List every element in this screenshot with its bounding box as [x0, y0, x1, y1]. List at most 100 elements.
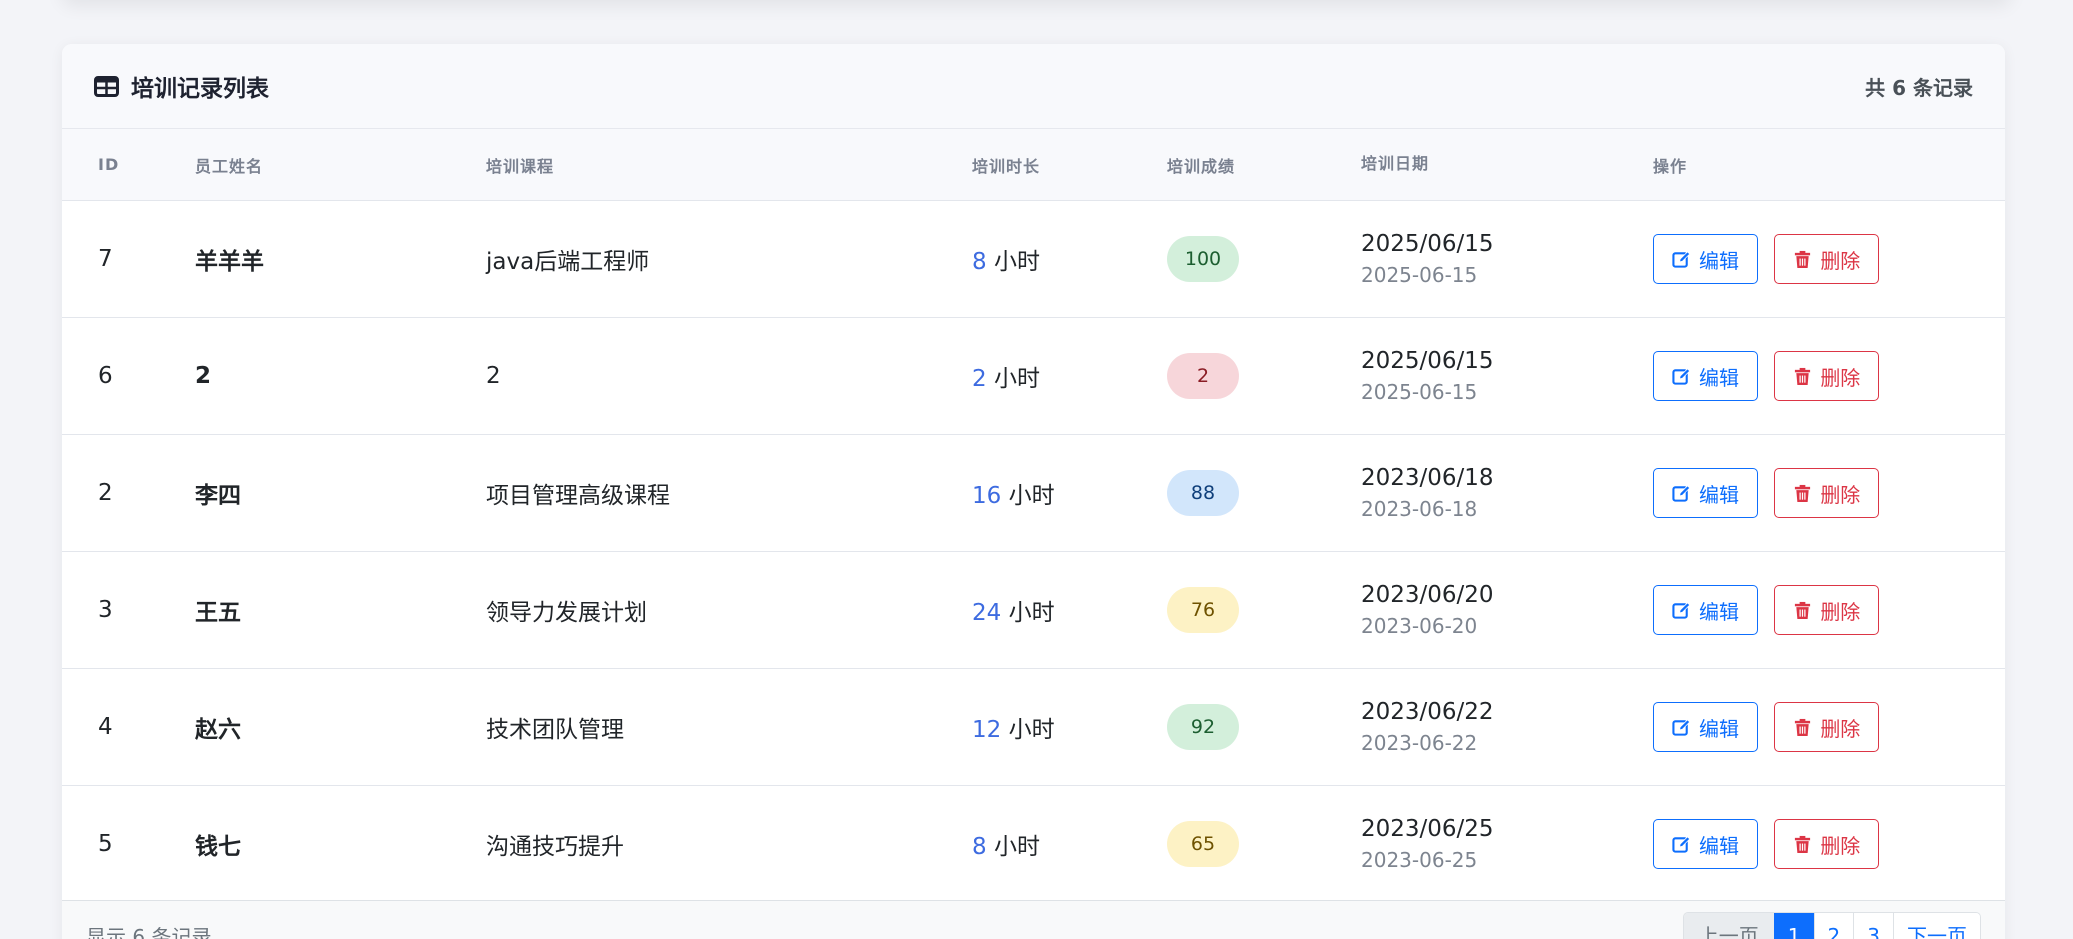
cell-employee-name: 钱七 [195, 834, 241, 860]
delete-label: 删除 [1820, 833, 1861, 858]
table-row: 3 王五 领导力发展计划 24 小时 76 2023/06/20 2023-06… [62, 552, 2005, 669]
edit-label: 编辑 [1699, 599, 1739, 624]
cell-course: 2 [486, 363, 501, 389]
date-main: 2023/06/25 [1361, 815, 1494, 842]
score-badge: 65 [1167, 821, 1239, 867]
page-button-2[interactable]: 2 [1813, 913, 1854, 939]
col-header-course[interactable]: 培训课程 [486, 153, 554, 177]
cell-employee-name: 羊羊羊 [195, 249, 264, 275]
duration-hours: 2 [972, 366, 987, 392]
table-row: 4 赵六 技术团队管理 12 小时 92 2023/06/22 2023-06-… [62, 669, 2005, 786]
edit-icon [1672, 250, 1691, 268]
cell-duration: 24 小时 [972, 593, 1055, 627]
delete-label: 删除 [1820, 365, 1861, 390]
score-badge: 2 [1167, 353, 1239, 399]
date-sub: 2025-06-15 [1361, 263, 1478, 288]
next-page-button[interactable]: 下一页 [1893, 913, 1980, 939]
col-header-actions: 操作 [1653, 156, 1688, 176]
cell-actions: 编辑 删除 [1653, 702, 1880, 752]
date-sub: 2023-06-18 [1361, 497, 1478, 522]
cell-course: 技术团队管理 [486, 717, 624, 743]
cell-date: 2025/06/15 2025-06-15 [1361, 347, 1494, 406]
prev-page-button[interactable]: 上一页 [1683, 913, 1774, 939]
delete-button[interactable]: 删除 [1774, 468, 1880, 518]
score-badge: 88 [1167, 470, 1239, 516]
col-header-score[interactable]: 培训成绩 [1167, 153, 1235, 177]
date-main: 2023/06/22 [1361, 698, 1494, 725]
cell-date: 2023/06/20 2023-06-20 [1361, 581, 1494, 640]
edit-icon [1672, 601, 1691, 619]
score-badge: 92 [1167, 704, 1239, 750]
edit-button[interactable]: 编辑 [1653, 702, 1758, 752]
trash-icon [1795, 484, 1811, 502]
edit-label: 编辑 [1699, 833, 1739, 858]
col-header-id[interactable]: ID [98, 155, 119, 174]
table-header: ID 员工姓名 培训课程 培训时长 培训成绩 培训日期 操作 [62, 129, 2005, 201]
cell-date: 2025/06/15 2025-06-15 [1361, 230, 1494, 289]
cell-id: 3 [98, 597, 113, 623]
duration-unit: 小时 [1008, 600, 1055, 626]
card-header: 培训记录列表 共 6 条记录 [62, 44, 2005, 129]
cell-date: 2023/06/25 2023-06-25 [1361, 815, 1494, 874]
table-row: 7 羊羊羊 java后端工程师 8 小时 100 2025/06/15 2025… [62, 201, 2005, 318]
pagination: 上一页 1 2 3 下一页 [1682, 912, 1981, 939]
edit-button[interactable]: 编辑 [1653, 819, 1758, 869]
cell-duration: 12 小时 [972, 710, 1055, 744]
cell-employee-name: 王五 [195, 600, 241, 626]
col-header-name[interactable]: 员工姓名 [195, 153, 263, 177]
cell-course: 沟通技巧提升 [486, 834, 624, 860]
date-main: 2025/06/15 [1361, 230, 1494, 257]
cell-duration: 8 小时 [972, 827, 1040, 861]
cell-id: 7 [98, 246, 113, 272]
cell-date: 2023/06/22 2023-06-22 [1361, 698, 1494, 757]
delete-button[interactable]: 删除 [1774, 351, 1880, 401]
duration-unit: 小时 [993, 366, 1040, 392]
trash-icon [1795, 835, 1811, 853]
delete-label: 删除 [1820, 716, 1861, 741]
page-button-1[interactable]: 1 [1773, 913, 1814, 939]
cell-score: 100 [1167, 236, 1239, 282]
edit-icon [1672, 484, 1691, 502]
delete-button[interactable]: 删除 [1774, 702, 1880, 752]
edit-button[interactable]: 编辑 [1653, 585, 1758, 635]
edit-button[interactable]: 编辑 [1653, 351, 1758, 401]
edit-label: 编辑 [1699, 716, 1739, 741]
col-header-duration[interactable]: 培训时长 [972, 153, 1040, 177]
page-title: 培训记录列表 [131, 76, 269, 102]
table-row: 5 钱七 沟通技巧提升 8 小时 65 2023/06/25 2023-06-2… [62, 786, 2005, 903]
duration-unit: 小时 [993, 249, 1040, 275]
table-footer: 显示 6 条记录 上一页 1 2 3 下一页 [62, 900, 2005, 939]
edit-label: 编辑 [1699, 248, 1739, 273]
delete-label: 删除 [1820, 248, 1861, 273]
edit-label: 编辑 [1699, 482, 1739, 507]
duration-hours: 12 [972, 717, 1002, 743]
delete-button[interactable]: 删除 [1774, 234, 1880, 284]
date-main: 2023/06/18 [1361, 464, 1494, 491]
edit-button[interactable]: 编辑 [1653, 234, 1758, 284]
date-sub: 2023-06-22 [1361, 731, 1478, 756]
delete-button[interactable]: 删除 [1774, 585, 1880, 635]
trash-icon [1795, 367, 1811, 385]
cell-actions: 编辑 删除 [1653, 234, 1880, 284]
cell-duration: 16 小时 [972, 476, 1055, 510]
date-sub: 2023-06-20 [1361, 614, 1478, 639]
date-main: 2025/06/15 [1361, 347, 1494, 374]
cell-id: 5 [98, 831, 113, 857]
cell-score: 2 [1167, 353, 1239, 399]
trash-icon [1795, 601, 1811, 619]
edit-button[interactable]: 编辑 [1653, 468, 1758, 518]
date-sub: 2023-06-25 [1361, 848, 1478, 873]
delete-label: 删除 [1820, 482, 1861, 507]
duration-hours: 8 [972, 834, 987, 860]
delete-button[interactable]: 删除 [1774, 819, 1880, 869]
edit-icon [1672, 835, 1691, 853]
cell-id: 4 [98, 714, 113, 740]
duration-unit: 小时 [1008, 717, 1055, 743]
date-sub: 2025-06-15 [1361, 380, 1478, 405]
col-header-date[interactable]: 培训日期 [1361, 154, 1429, 175]
cell-date: 2023/06/18 2023-06-18 [1361, 464, 1494, 523]
date-main: 2023/06/20 [1361, 581, 1494, 608]
page-button-3[interactable]: 3 [1853, 913, 1893, 939]
cell-course: 领导力发展计划 [486, 600, 647, 626]
footer-summary: 显示 6 条记录 [86, 925, 212, 939]
